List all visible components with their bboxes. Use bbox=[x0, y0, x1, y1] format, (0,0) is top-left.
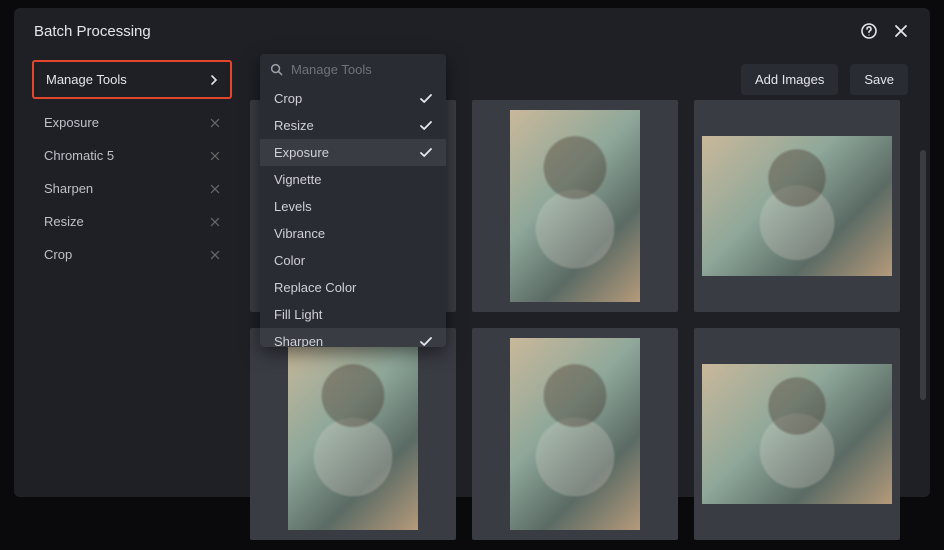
check-icon bbox=[420, 121, 432, 131]
dropdown-item-label: Vignette bbox=[274, 172, 321, 187]
dropdown-search-row bbox=[260, 54, 446, 85]
remove-tool-icon[interactable] bbox=[210, 217, 220, 227]
sidebar-tool-label: Crop bbox=[44, 247, 72, 262]
dropdown-item-label: Vibrance bbox=[274, 226, 325, 241]
dropdown-item[interactable]: Exposure bbox=[260, 139, 446, 166]
dropdown-item[interactable]: Levels bbox=[260, 193, 446, 220]
modal-title: Batch Processing bbox=[34, 23, 151, 40]
image-thumbnail[interactable] bbox=[250, 328, 456, 540]
dropdown-item-label: Exposure bbox=[274, 145, 329, 160]
dropdown-item-label: Color bbox=[274, 253, 305, 268]
dropdown-item[interactable]: Color bbox=[260, 247, 446, 274]
image-placeholder bbox=[702, 364, 892, 504]
manage-tools-dropdown: Crop Resize Exposure Vignette Levels Vibrance… bbox=[260, 54, 446, 347]
manage-tools-button[interactable]: Manage Tools bbox=[32, 60, 232, 99]
remove-tool-icon[interactable] bbox=[210, 250, 220, 260]
sidebar-tool-label: Chromatic 5 bbox=[44, 148, 114, 163]
search-icon bbox=[270, 63, 283, 76]
dropdown-item-label: Crop bbox=[274, 91, 302, 106]
dropdown-item[interactable]: Vignette bbox=[260, 166, 446, 193]
dropdown-item[interactable]: Fill Light bbox=[260, 301, 446, 328]
image-placeholder bbox=[702, 136, 892, 276]
sidebar-tool-item[interactable]: Chromatic 5 bbox=[32, 140, 232, 171]
image-thumbnail[interactable] bbox=[472, 328, 678, 540]
sidebar-tool-item[interactable]: Exposure bbox=[32, 107, 232, 138]
dropdown-item-label: Sharpen bbox=[274, 334, 323, 347]
image-placeholder bbox=[288, 338, 418, 530]
sidebar-tool-item[interactable]: Crop bbox=[32, 239, 232, 270]
dropdown-search-input[interactable] bbox=[291, 62, 446, 77]
remove-tool-icon[interactable] bbox=[210, 184, 220, 194]
image-thumbnail[interactable] bbox=[472, 100, 678, 312]
dropdown-item-label: Resize bbox=[274, 118, 314, 133]
dropdown-item[interactable]: Sharpen bbox=[260, 328, 446, 347]
dropdown-item[interactable]: Replace Color bbox=[260, 274, 446, 301]
modal-header: Batch Processing bbox=[14, 8, 930, 54]
dropdown-item-label: Fill Light bbox=[274, 307, 322, 322]
sidebar-tool-label: Exposure bbox=[44, 115, 99, 130]
check-icon bbox=[420, 94, 432, 104]
check-icon bbox=[420, 148, 432, 158]
sidebar-tool-item[interactable]: Resize bbox=[32, 206, 232, 237]
sidebar-tool-label: Sharpen bbox=[44, 181, 93, 196]
remove-tool-icon[interactable] bbox=[210, 151, 220, 161]
help-icon[interactable] bbox=[860, 22, 878, 40]
dropdown-item[interactable]: Crop bbox=[260, 85, 446, 112]
grid-scrollbar[interactable] bbox=[920, 150, 926, 400]
sidebar-tool-label: Resize bbox=[44, 214, 84, 229]
remove-tool-icon[interactable] bbox=[210, 118, 220, 128]
dropdown-item[interactable]: Resize bbox=[260, 112, 446, 139]
tools-sidebar: Manage Tools Exposure Chromatic 5 Sharpen R… bbox=[32, 60, 232, 540]
image-thumbnail[interactable] bbox=[694, 100, 900, 312]
image-thumbnail[interactable] bbox=[694, 328, 900, 540]
image-placeholder bbox=[510, 110, 640, 302]
sidebar-tool-item[interactable]: Sharpen bbox=[32, 173, 232, 204]
dropdown-item-label: Levels bbox=[274, 199, 312, 214]
batch-processing-modal: Batch Processing Add Images Save Manage … bbox=[14, 8, 930, 497]
check-icon bbox=[420, 337, 432, 347]
chevron-right-icon bbox=[210, 75, 218, 85]
dropdown-item[interactable]: Vibrance bbox=[260, 220, 446, 247]
close-icon[interactable] bbox=[892, 22, 910, 40]
dropdown-item-label: Replace Color bbox=[274, 280, 356, 295]
image-placeholder bbox=[510, 338, 640, 530]
manage-tools-label: Manage Tools bbox=[46, 72, 127, 87]
